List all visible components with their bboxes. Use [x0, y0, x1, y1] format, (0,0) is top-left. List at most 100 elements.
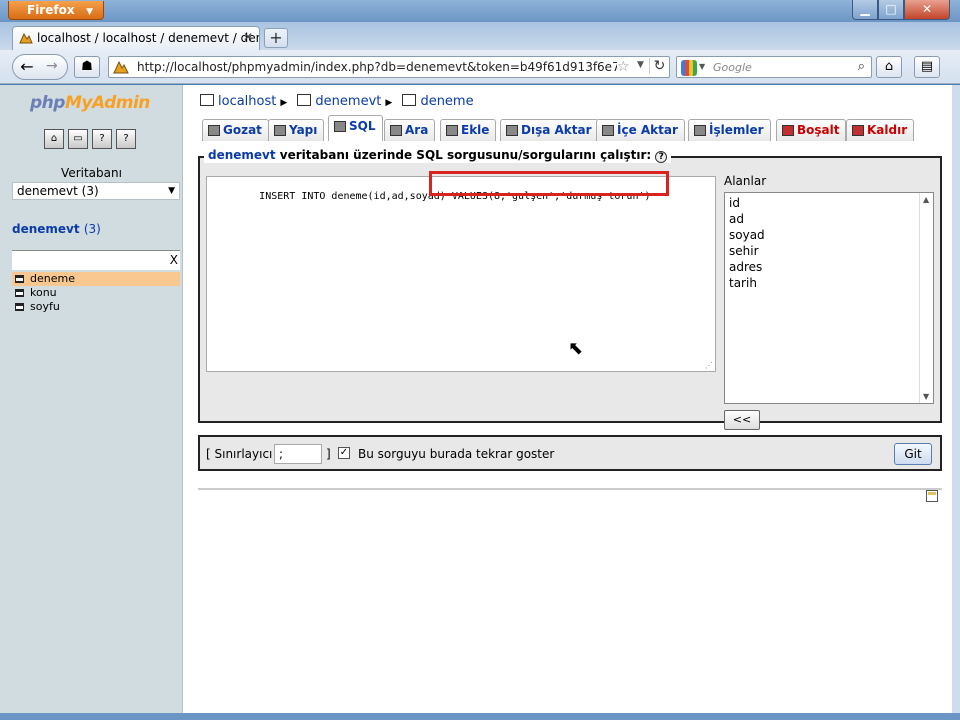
back-button[interactable]: ← [17, 58, 37, 76]
forward-button[interactable]: → [46, 58, 58, 74]
tools-menu-button[interactable]: ▤ [914, 56, 940, 78]
table-list: deneme konu soyfu [12, 272, 180, 314]
url-text: http://localhost/phpmyadmin/index.php?db… [137, 60, 617, 74]
table-item-label: konu [30, 286, 57, 299]
scroll-down-icon[interactable]: ▼ [923, 392, 929, 401]
delimiter-input[interactable]: ; [274, 444, 322, 464]
mouse-cursor-icon: ⬉ [568, 338, 584, 359]
tab-insert[interactable]: Ekle [440, 119, 497, 141]
tab-label: SQL [349, 119, 376, 133]
field-option[interactable]: tarih [729, 275, 929, 291]
table-icon[interactable] [15, 303, 24, 311]
docs-icon[interactable]: ? [92, 129, 112, 149]
phpmyadmin-left-panel: phpMyAdmin ⌂ ▭?? Veritabanı denemevt (3) … [0, 85, 183, 713]
search-engine-dropdown-icon[interactable]: ▼ [699, 62, 705, 71]
fields-label: Alanlar [724, 174, 767, 188]
reload-icon[interactable]: ↻ [649, 58, 669, 74]
bookmark-star-icon[interactable]: ☆ [617, 59, 630, 75]
resize-handle-icon[interactable]: ⋰ [705, 361, 713, 370]
breadcrumb-server[interactable]: localhost [218, 94, 276, 109]
database-label: Veritabanı [61, 166, 122, 180]
field-option[interactable]: id [729, 195, 929, 211]
sql-query-window-icon[interactable]: ▭ [68, 129, 88, 149]
breadcrumb-table[interactable]: deneme [420, 94, 473, 109]
tab-browse[interactable]: Gozat [202, 119, 269, 141]
tab-search[interactable]: Ara [384, 119, 436, 141]
table-icon[interactable] [15, 275, 24, 283]
field-option[interactable]: sehir [729, 243, 929, 259]
tab-label: Boşalt [797, 123, 840, 137]
divider [198, 488, 942, 490]
minimize-button[interactable]: ▁ [852, 0, 878, 20]
identity-button[interactable]: ☗ [74, 56, 100, 78]
back-forward-group: ← → [12, 54, 68, 80]
search-icon[interactable]: ⌕ [858, 59, 865, 74]
table-item[interactable]: soyfu [12, 300, 180, 314]
scroll-up-icon[interactable]: ▲ [923, 195, 929, 204]
fields-listbox[interactable]: id ad soyad sehir adres tarih ▲ ▼ [724, 192, 934, 404]
highlight-box [429, 171, 669, 196]
tab-drop[interactable]: Kaldır [846, 119, 915, 141]
page-scrollbar[interactable] [952, 85, 960, 713]
tab-empty[interactable]: Boşalt [776, 119, 847, 141]
home-icon[interactable]: ⌂ [44, 129, 64, 149]
firefox-menu-label: Firefox [27, 3, 75, 17]
tab-label: Ekle [461, 123, 490, 137]
tab-label: Ara [405, 123, 429, 137]
database-select[interactable]: denemevt (3) ▼ [12, 182, 180, 200]
legend-database[interactable]: denemevt [208, 148, 276, 162]
url-dropdown-icon[interactable]: ▼ [637, 60, 644, 70]
listbox-scrollbar[interactable]: ▲ ▼ [919, 193, 933, 403]
table-filter-input[interactable]: X [12, 250, 180, 270]
browse-icon [208, 125, 220, 136]
field-option[interactable]: adres [729, 259, 929, 275]
tab-structure[interactable]: Yapı [268, 119, 325, 141]
delimiter-close: ] [326, 447, 331, 461]
database-title-link[interactable]: denemevt (3) [12, 222, 101, 236]
sql-query-textarea[interactable]: INSERT INTO deneme(id,ad,soyad) VALUES(8… [206, 171, 716, 372]
show-again-label: Bu sorguyu burada tekrar goster [358, 447, 555, 461]
address-bar[interactable]: http://localhost/phpmyadmin/index.php?db… [108, 56, 670, 78]
left-toolbar: ⌂ ▭?? [44, 129, 140, 149]
field-option[interactable]: soyad [729, 227, 929, 243]
tab-label: Dışa Aktar [521, 123, 592, 137]
database-title-name: denemevt [12, 222, 80, 236]
field-option[interactable]: ad [729, 211, 929, 227]
tab-label: İşlemler [709, 123, 764, 137]
breadcrumb-database[interactable]: denemevt [315, 94, 381, 109]
print-view-icon[interactable] [926, 490, 938, 502]
show-again-checkbox[interactable]: ✓ [338, 447, 350, 459]
tab-label: Kaldır [867, 123, 908, 137]
table-item-label: deneme [30, 272, 75, 285]
tab-import[interactable]: İçe Aktar [596, 119, 685, 141]
chevron-down-icon: ▼ [168, 186, 175, 196]
site-icon [113, 60, 129, 74]
tab-sql[interactable]: SQL [328, 115, 383, 141]
drop-table-icon [852, 125, 864, 136]
tab-operations[interactable]: İşlemler [688, 119, 771, 141]
search-bar[interactable]: ▼ Google ⌕ [676, 56, 872, 78]
clear-filter-icon[interactable]: X [170, 253, 178, 267]
table-icon[interactable] [15, 289, 24, 297]
tab-export[interactable]: Dışa Aktar [500, 119, 599, 141]
help-icon[interactable]: ? [116, 129, 136, 149]
phpmyadmin-logo[interactable]: phpMyAdmin [30, 93, 150, 113]
close-tab-icon[interactable]: ✕ [243, 30, 253, 44]
table-item[interactable]: deneme [12, 272, 180, 286]
maximize-button[interactable]: □ [878, 0, 904, 20]
browser-tab[interactable]: localhost / localhost / denemevt / dene.… [12, 26, 260, 50]
help-icon[interactable]: ? [655, 151, 668, 163]
google-icon [681, 60, 697, 76]
table-icon [402, 94, 417, 106]
empty-table-icon [782, 125, 794, 136]
go-button[interactable]: Git [894, 443, 932, 465]
firefox-menu-button[interactable]: Firefox ▼ [8, 1, 104, 20]
new-tab-button[interactable]: + [264, 28, 288, 48]
table-item[interactable]: konu [12, 286, 180, 300]
database-select-value: denemevt (3) [17, 184, 99, 198]
insert-field-button[interactable]: << [724, 410, 760, 430]
sql-query-fieldset: denemevt veritabanı üzerinde SQL sorgusu… [198, 148, 942, 430]
close-window-button[interactable]: ✕ [904, 0, 950, 20]
home-button[interactable]: ⌂ [876, 56, 902, 78]
main-content: localhost ▶ denemevt ▶ deneme Gozat Yapı S… [190, 85, 952, 713]
